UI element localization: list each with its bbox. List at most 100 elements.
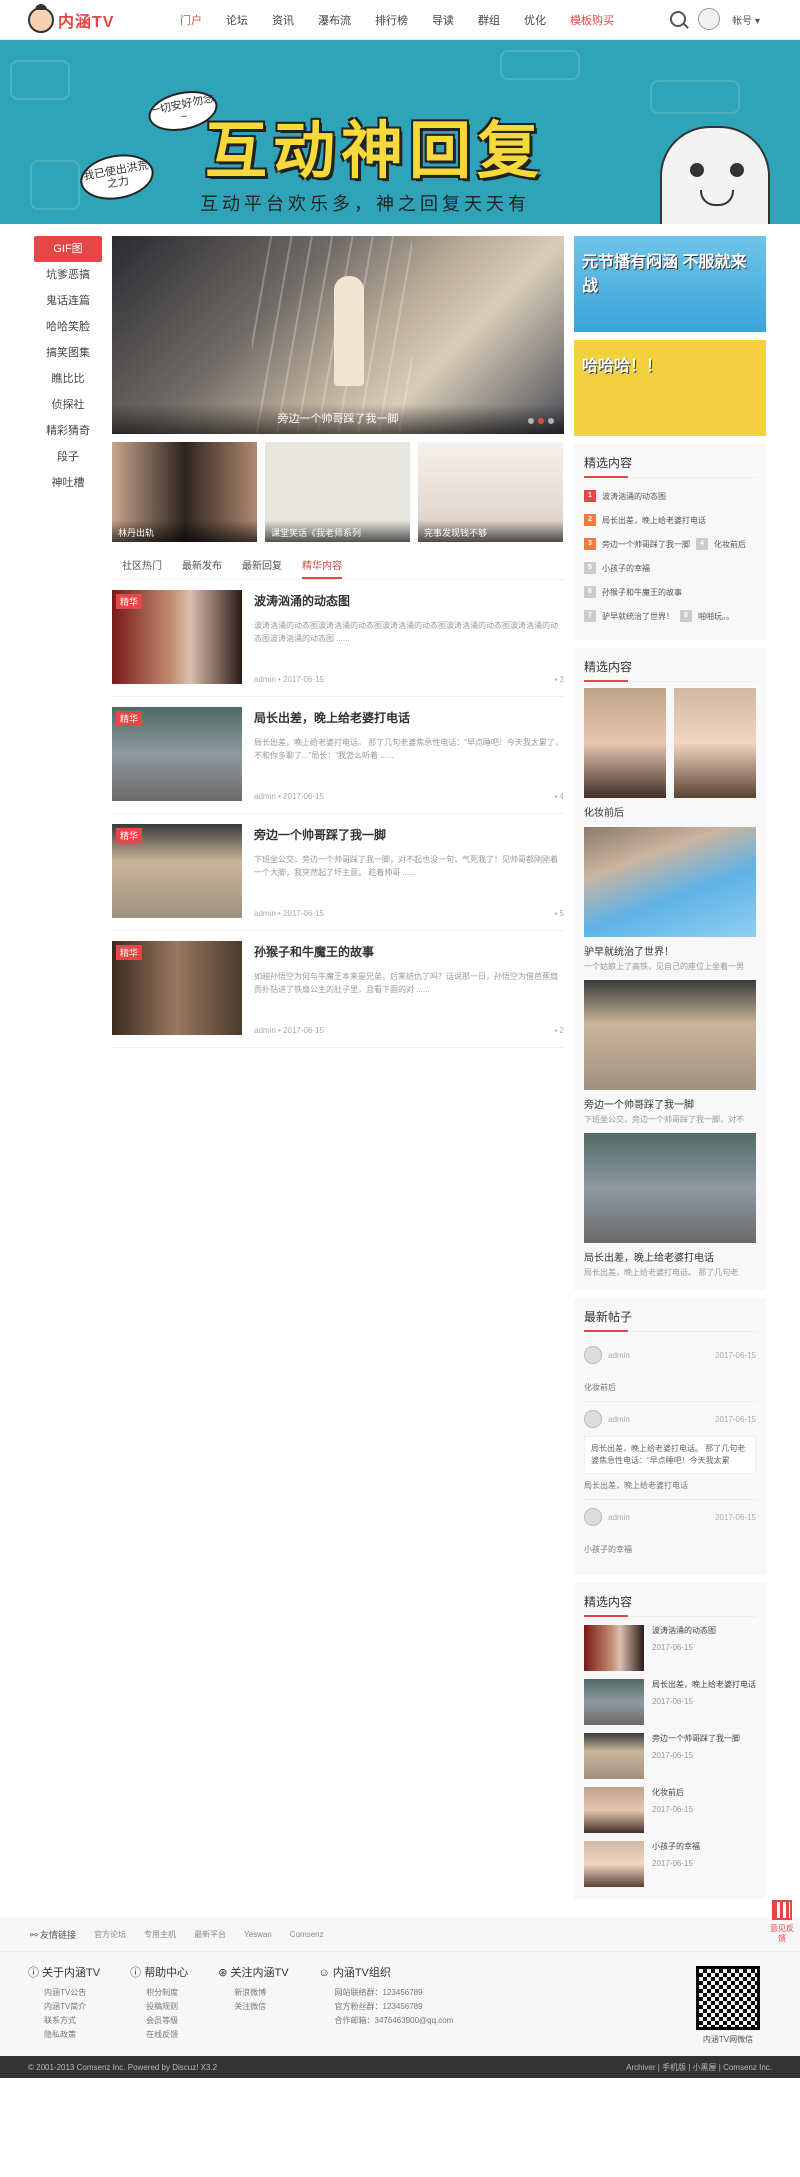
list-item[interactable]: 波涛汹涌的动态图 2017-06-15 [584,1625,756,1671]
post-title[interactable]: 旁边一个帅哥踩了我一脚 [254,826,564,843]
nav-item-ranking[interactable]: 排行榜 [363,12,420,28]
ad-banner-2[interactable]: 哈哈哈！！ [574,340,766,436]
pic-pair[interactable] [584,688,756,798]
rank-title[interactable]: 啪啪玩。。 [698,611,734,622]
list-item[interactable]: 局长出差，晚上给老婆打电话 2017-06-15 [584,1679,756,1725]
rank-item[interactable]: 5 小孩子的幸福 [584,556,756,580]
pic-image[interactable] [584,1133,756,1243]
site-logo[interactable]: 内涵TV [28,3,126,33]
sidebar-item-mystery[interactable]: 精彩猜奇 [34,418,102,444]
friend-link[interactable]: Yeswan [244,1930,272,1939]
sidebar-item-laugh[interactable]: 哈哈笑脸 [34,314,102,340]
pic-title[interactable]: 旁边一个帅哥踩了我一脚 [584,1096,756,1111]
friend-link[interactable]: 官方论坛 [94,1929,126,1940]
friend-link[interactable]: 专用主机 [144,1929,176,1940]
rank-title[interactable]: 局长出差，晚上给老婆打电话 [602,515,706,526]
sidebar-item-funny-pics[interactable]: 搞笑图集 [34,340,102,366]
pic-image[interactable] [584,827,756,937]
tab-featured[interactable]: 精华内容 [302,554,342,579]
tab-latest-posts[interactable]: 最新发布 [182,554,222,579]
rank-item[interactable]: 6 孙猴子和牛魔王的故事 [584,580,756,604]
tab-latest-replies[interactable]: 最新回复 [242,554,282,579]
nav-item-optimize[interactable]: 优化 [512,12,558,28]
nav-item-forum[interactable]: 论坛 [214,12,260,28]
ad-banner-1[interactable]: 元节播有闷涵 不服就来战 [574,236,766,332]
footer-link[interactable]: 内涵TV公告 [28,1986,100,2000]
footer-link[interactable]: 投稿规则 [130,2000,188,2014]
rank-item[interactable]: 7 驴早就统治了世界！ 8 啪啪玩。。 [584,604,756,628]
rank-title[interactable]: 小孩子的幸福 [602,563,650,574]
post-item[interactable]: 精华 孙猴子和牛魔王的故事 如越孙悟空为何与牛魔王本来是兄弟，后来结仇了吗？话说… [112,931,564,1048]
latest-post[interactable]: admin 2017-06-15 局长出差，晚上给老婆打电话。 那了几句老婆焦急性… [584,1402,756,1500]
post-title[interactable]: 局长出差，晚上给老婆打电话 [254,709,564,726]
sidebar-item-jokes[interactable]: 段子 [34,444,102,470]
footer-link[interactable]: 在线反馈 [130,2028,188,2042]
search-icon[interactable] [670,11,687,27]
latest-post-title[interactable]: 小孩子的幸福 [584,1544,756,1555]
slider-dot-active[interactable] [538,418,544,424]
list-thumbnail[interactable] [584,1787,644,1833]
post-thumbnail[interactable]: 精华 [112,707,242,801]
rank-title[interactable]: 波涛汹涌的动态图 [602,491,666,502]
post-item[interactable]: 精华 旁边一个帅哥踩了我一脚 下班坐公交，旁边一个帅哥踩了我一脚，对不起也没一句… [112,814,564,931]
sidebar-item-compare[interactable]: 瞧比比 [34,366,102,392]
pic-title[interactable]: 局长出差，晚上给老婆打电话 [584,1249,756,1264]
feedback-float[interactable]: 意见反馈 [770,1900,794,1944]
friend-link[interactable]: Comsenz [290,1930,324,1939]
footer-link[interactable]: 隐私政策 [28,2028,100,2042]
post-author[interactable]: admin [254,1026,276,1035]
rank-item[interactable]: 1 波涛汹涌的动态图 [584,484,756,508]
rank-title[interactable]: 化妆前后 [714,539,746,550]
sidebar-item-gif[interactable]: GIF图 [34,236,102,262]
pic-title[interactable]: 驴早就统治了世界！ [584,943,756,958]
footer-link[interactable]: 关注微信 [218,2000,288,2014]
list-thumbnail[interactable] [584,1679,644,1725]
latest-post-author[interactable]: admin [608,1415,630,1424]
list-item[interactable]: 化妆前后 2017-06-15 [584,1787,756,1833]
sidebar-item-roast[interactable]: 神吐槽 [34,470,102,496]
nav-item-news[interactable]: 资讯 [260,12,306,28]
footer-link[interactable]: 积分制度 [130,1986,188,2000]
image-slider[interactable]: 旁边一个帅哥踩了我一脚 [112,236,564,434]
thumb-card[interactable]: 完事发现钱不够 [418,442,563,542]
post-author[interactable]: admin [254,675,276,684]
footer-link[interactable]: 联系方式 [28,2014,100,2028]
post-author[interactable]: admin [254,909,276,918]
tab-community-hot[interactable]: 社区热门 [122,554,162,579]
thumb-card[interactable]: 课堂笑话《我老师系列 [265,442,410,542]
list-title[interactable]: 化妆前后 [652,1787,693,1799]
account-menu[interactable]: 帐号 ▾ [732,12,760,27]
post-thumbnail[interactable]: 精华 [112,824,242,918]
list-thumbnail[interactable] [584,1733,644,1779]
slider-dot[interactable] [548,418,554,424]
list-title[interactable]: 局长出差，晚上给老婆打电话 [652,1679,756,1691]
sidebar-item-detective[interactable]: 侦探社 [34,392,102,418]
nav-item-waterfall[interactable]: 瀑布流 [306,12,363,28]
latest-post-author[interactable]: admin [608,1351,630,1360]
list-title[interactable]: 波涛汹涌的动态图 [652,1625,716,1637]
latest-post[interactable]: admin 2017-06-15 化妆前后 [584,1338,756,1402]
post-item[interactable]: 精华 局长出差，晚上给老婆打电话 局长出差，晚上给老婆打电话。 那了几句老婆焦急… [112,697,564,814]
list-thumbnail[interactable] [584,1625,644,1671]
post-title[interactable]: 波涛汹涌的动态图 [254,592,564,609]
footer-right-links[interactable]: Archiver | 手机版 | 小黑屋 | Comsenz Inc. [626,2062,772,2073]
footer-link[interactable]: 新浪微博 [218,1986,288,2000]
nav-item-guide[interactable]: 导读 [420,12,466,28]
post-thumbnail[interactable]: 精华 [112,590,242,684]
pic-image[interactable] [584,980,756,1090]
thumb-card[interactable]: 林丹出轨 [112,442,257,542]
nav-item-portal[interactable]: 门户 [168,12,214,28]
rank-item[interactable]: 3 旁边一个帅哥踩了我一脚 4 化妆前后 [584,532,756,556]
rank-title[interactable]: 旁边一个帅哥踩了我一脚 [602,539,690,550]
post-title[interactable]: 孙猴子和牛魔王的故事 [254,943,564,960]
list-item[interactable]: 小孩子的幸福 2017-06-15 [584,1841,756,1887]
latest-post-author[interactable]: admin [608,1513,630,1522]
rank-title[interactable]: 孙猴子和牛魔王的故事 [602,587,682,598]
nav-item-buy-template[interactable]: 模板购买 [558,12,626,28]
sidebar-item-prank[interactable]: 坑爹恶搞 [34,262,102,288]
rank-item[interactable]: 2 局长出差，晚上给老婆打电话 [584,508,756,532]
friend-link[interactable]: 最新平台 [194,1929,226,1940]
post-item[interactable]: 精华 波涛汹涌的动态图 波涛汹涌的动态图波涛汹涌的动态图波涛汹涌的动态图波涛汹涌… [112,580,564,697]
nav-item-groups[interactable]: 群组 [466,12,512,28]
pic-title[interactable]: 化妆前后 [584,804,756,819]
